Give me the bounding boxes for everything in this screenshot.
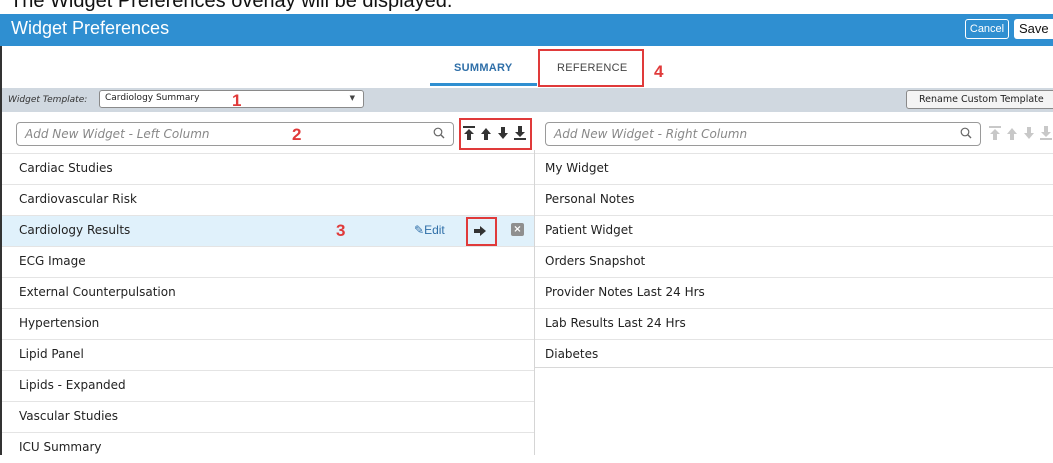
list-item-label: Cardiology Results (19, 223, 131, 237)
pencil-icon: ✎ (414, 223, 425, 237)
list-item-label: Vascular Studies (19, 409, 119, 423)
right-column-search-input[interactable]: Add New Widget - Right Column (545, 122, 981, 146)
widget-template-label: Widget Template: (8, 95, 88, 105)
caret-down-icon: ▼ (349, 94, 355, 102)
list-item-label: Cardiac Studies (19, 161, 113, 175)
rename-custom-template-button[interactable]: Rename Custom Template (906, 90, 1053, 109)
left-list-item[interactable]: External Counterpulsation (2, 277, 534, 308)
window-titlebar: Widget Preferences (0, 14, 1053, 46)
list-item-label: ICU Summary (19, 440, 102, 454)
list-item-label: Provider Notes Last 24 Hrs (545, 285, 705, 299)
arrow-up-icon[interactable] (1005, 125, 1019, 141)
right-list-item[interactable]: Provider Notes Last 24 Hrs (535, 277, 1053, 308)
list-item-label: ECG Image (19, 254, 86, 268)
list-item-label: External Counterpulsation (19, 285, 176, 299)
list-item-label: Orders Snapshot (545, 254, 646, 268)
magnifier-icon (433, 127, 445, 139)
list-item-label: Lipids - Expanded (19, 378, 126, 392)
list-item-label: My Widget (545, 161, 609, 175)
right-list-item[interactable]: Personal Notes (535, 184, 1053, 215)
left-column-search-input[interactable]: Add New Widget - Left Column (16, 122, 454, 146)
right-list-item[interactable]: Patient Widget (535, 215, 1053, 246)
list-item-label: Hypertension (19, 316, 100, 330)
annotation-number-3: 3 (336, 221, 346, 240)
left-list-item[interactable]: Vascular Studies (2, 401, 534, 432)
annotation-number-2: 2 (292, 125, 302, 144)
list-item-label: Lipid Panel (19, 347, 84, 361)
left-column-search-placeholder: Add New Widget - Left Column (25, 127, 210, 141)
arrow-down-icon[interactable] (1022, 125, 1036, 141)
left-list-item[interactable]: Lipid Panel (2, 339, 534, 370)
arrow-to-bottom-icon[interactable] (1039, 125, 1053, 141)
left-list-item-selected[interactable]: Cardiology Results ✎Edit × (2, 215, 534, 246)
right-list-item[interactable]: Diabetes (535, 339, 1053, 370)
annotation-box-3 (466, 217, 497, 246)
tab-summary-active-indicator (430, 83, 537, 86)
instruction-caption-text: The Widget Preferences overlay will be d… (10, 0, 453, 12)
instruction-caption: The Widget Preferences overlay will be d… (0, 0, 1053, 14)
left-list-item[interactable]: Cardiac Studies (2, 153, 534, 184)
list-item-label: Personal Notes (545, 192, 635, 206)
right-column-list: My Widget Personal Notes Patient Widget … (535, 153, 1053, 367)
save-button[interactable]: Save (1014, 19, 1053, 39)
left-list-item[interactable]: Hypertension (2, 308, 534, 339)
list-item-label: Patient Widget (545, 223, 633, 237)
list-item-label: Cardiovascular Risk (19, 192, 137, 206)
left-list-item[interactable]: ICU Summary (2, 432, 534, 463)
window-title: Widget Preferences (11, 18, 170, 38)
widget-template-value: Cardiology Summary (105, 93, 200, 103)
tab-summary[interactable]: SUMMARY (454, 62, 513, 74)
left-list-item[interactable]: Cardiovascular Risk (2, 184, 534, 215)
annotation-box-4 (538, 49, 644, 87)
close-box-icon[interactable]: × (511, 223, 524, 236)
list-item-label: Lab Results Last 24 Hrs (545, 316, 686, 330)
list-item-label: Diabetes (545, 347, 599, 361)
right-column-reorder-controls (988, 125, 1053, 141)
annotation-number-4: 4 (654, 62, 664, 81)
magnifier-icon (960, 127, 972, 139)
left-list-item[interactable]: ECG Image (2, 246, 534, 277)
right-list-item[interactable]: Orders Snapshot (535, 246, 1053, 277)
left-list-item[interactable]: Lipids - Expanded (2, 370, 534, 401)
right-column-search-placeholder: Add New Widget - Right Column (554, 127, 748, 141)
right-list-item[interactable]: My Widget (535, 153, 1053, 184)
cancel-button[interactable]: Cancel (965, 19, 1009, 39)
edit-link[interactable]: ✎Edit (414, 223, 445, 237)
right-list-item[interactable]: Lab Results Last 24 Hrs (535, 308, 1053, 339)
arrow-to-top-icon[interactable] (988, 125, 1002, 141)
annotation-box-2 (459, 118, 532, 150)
edit-link-label: Edit (424, 223, 445, 237)
tab-bar (2, 46, 1053, 88)
left-column-list: Cardiac Studies Cardiovascular Risk Card… (2, 153, 534, 455)
right-list-bottom-border (535, 367, 1053, 368)
annotation-number-1: 1 (232, 91, 242, 110)
